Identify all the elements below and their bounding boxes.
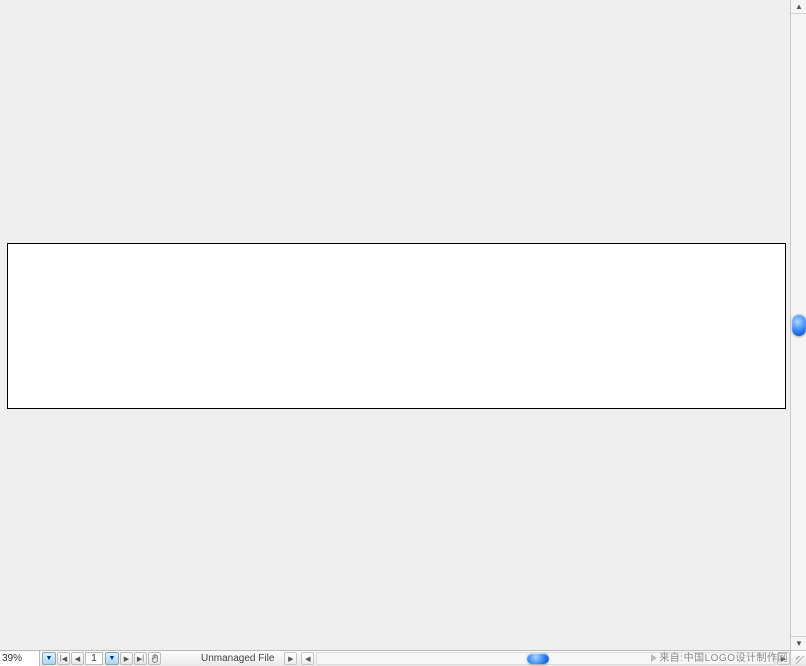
hand-tool-button[interactable] <box>148 652 161 665</box>
triangle-right-icon: ▶ <box>124 655 129 663</box>
vertical-scrollbar[interactable]: ▲ ▼ <box>790 0 806 650</box>
artboard[interactable] <box>7 243 786 409</box>
last-page-button[interactable]: ▶| <box>134 652 147 665</box>
horizontal-scrollbar[interactable]: ▶ ◀ ▶ <box>284 651 790 666</box>
triangle-down-icon: ▼ <box>795 639 803 648</box>
page-dropdown-button[interactable]: ▼ <box>105 652 119 665</box>
window-resize-handle[interactable] <box>790 650 806 666</box>
file-status-label: Unmanaged File <box>201 653 274 664</box>
horizontal-scroll-thumb[interactable] <box>527 653 549 664</box>
page-number-value: 1 <box>91 653 97 664</box>
triangle-up-icon: ▲ <box>795 2 803 11</box>
hand-icon <box>150 654 159 663</box>
first-page-button[interactable]: |◀ <box>57 652 70 665</box>
page-number-input[interactable]: 1 <box>85 652 103 665</box>
horizontal-scroll-track[interactable] <box>316 652 775 665</box>
chevron-down-icon: ▼ <box>109 655 116 662</box>
bar-icon: | <box>142 655 144 663</box>
app-window: ▲ ▼ 39% ▼ |◀ ◀ 1 ▼ ▶ <box>0 0 806 666</box>
triangle-left-icon: ◀ <box>62 655 67 663</box>
zoom-dropdown-button[interactable]: ▼ <box>42 652 56 665</box>
scroll-left-arrow-icon[interactable]: ◀ <box>301 652 314 665</box>
scroll-right-arrow-icon[interactable]: ▶ <box>777 652 790 665</box>
triangle-left-icon: ◀ <box>75 655 80 663</box>
vertical-scroll-track[interactable] <box>791 14 806 636</box>
canvas-viewport[interactable] <box>0 0 790 650</box>
zoom-level-field[interactable]: 39% <box>0 651 40 666</box>
chevron-down-icon: ▼ <box>46 655 53 662</box>
vertical-scroll-thumb[interactable] <box>792 314 806 336</box>
scroll-up-arrow-icon[interactable]: ▲ <box>791 0 806 14</box>
triangle-right-icon: ▶ <box>288 655 293 663</box>
zoom-level-value: 39% <box>2 653 22 664</box>
triangle-right-icon: ▶ <box>781 655 786 663</box>
triangle-left-icon: ◀ <box>305 655 310 663</box>
status-bar: 39% ▼ |◀ ◀ 1 ▼ ▶ ▶| Unm <box>0 650 790 666</box>
prev-page-button[interactable]: ◀ <box>71 652 84 665</box>
scroll-down-arrow-icon[interactable]: ▼ <box>791 636 806 650</box>
next-page-button[interactable]: ▶ <box>120 652 133 665</box>
scroll-right-small-icon[interactable]: ▶ <box>284 652 297 665</box>
